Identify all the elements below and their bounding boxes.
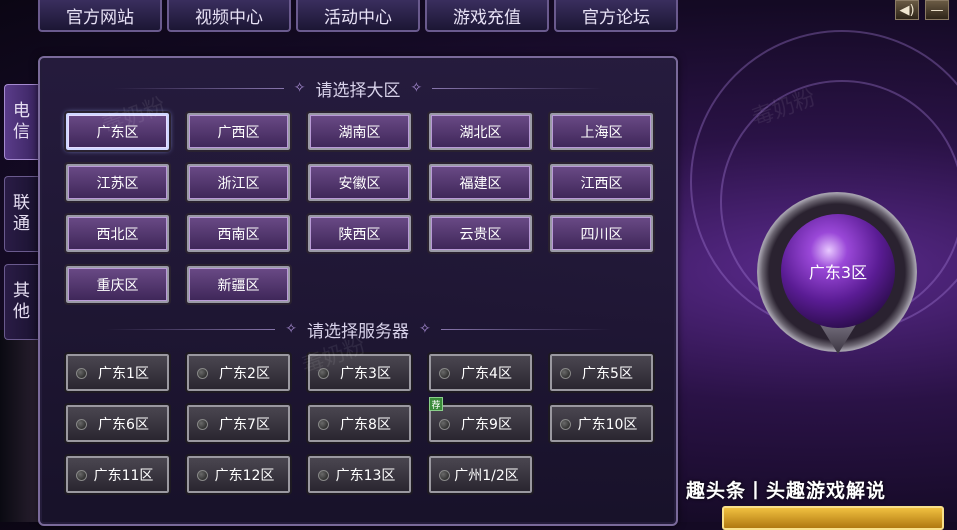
window-controls: ◀) — [895, 0, 949, 20]
status-dot-icon [560, 419, 571, 430]
region-button[interactable]: 新疆区 [185, 264, 292, 305]
server-select-panel: ✧ 请选择大区 ✧ 广东区 广西区 湖南区 湖北区 上海区 江苏区 浙江区 安徽区 福建区 江西区… [38, 56, 678, 526]
status-dot-icon [560, 368, 571, 379]
nav-forum[interactable]: 官方论坛 [554, 0, 678, 32]
current-server-orb[interactable]: 广东3区 [781, 214, 895, 328]
server-label: 广州1/2区 [454, 467, 519, 484]
speaker-icon[interactable]: ◀) [895, 0, 919, 20]
region-button[interactable]: 江西区 [548, 162, 655, 203]
server-label: 广东7区 [219, 416, 270, 433]
top-nav: 官方网站 视频中心 活动中心 游戏充值 官方论坛 [38, 0, 678, 34]
region-button[interactable]: 重庆区 [64, 264, 171, 305]
status-dot-icon [76, 419, 87, 430]
server-label: 广东6区 [98, 416, 149, 433]
server-button[interactable]: 广东12区 [185, 454, 292, 495]
region-button[interactable]: 四川区 [548, 213, 655, 254]
region-button[interactable]: 陕西区 [306, 213, 413, 254]
nav-video-center[interactable]: 视频中心 [167, 0, 291, 32]
tab-unicom[interactable]: 联 通 [4, 176, 38, 252]
region-title: 请选择大区 [315, 80, 401, 101]
status-dot-icon [197, 368, 208, 379]
status-dot-icon [76, 368, 87, 379]
region-button[interactable]: 西北区 [64, 213, 171, 254]
region-button[interactable]: 江苏区 [64, 162, 171, 203]
minimize-icon[interactable]: — [925, 0, 949, 20]
server-button[interactable]: 广东10区 [548, 403, 655, 444]
region-button[interactable]: 湖南区 [306, 111, 413, 152]
server-button[interactable]: 广东2区 [185, 352, 292, 393]
region-button[interactable]: 云贵区 [427, 213, 534, 254]
video-caption: 趣头条丨头趣游戏解说 [686, 480, 887, 502]
region-button[interactable]: 西南区 [185, 213, 292, 254]
region-button[interactable]: 湖北区 [427, 111, 534, 152]
server-button[interactable]: 广东1区 [64, 352, 171, 393]
start-game-button[interactable] [722, 506, 944, 530]
server-label: 广东4区 [461, 365, 512, 382]
server-label: 广东9区 [461, 416, 512, 433]
ornament-icon: ✧ [293, 80, 306, 96]
server-label: 广东10区 [577, 416, 638, 433]
server-button[interactable]: 广东8区 [306, 403, 413, 444]
region-button[interactable]: 安徽区 [306, 162, 413, 203]
region-button[interactable]: 广西区 [185, 111, 292, 152]
region-button[interactable]: 上海区 [548, 111, 655, 152]
recommended-badge: 荐 [429, 397, 443, 411]
status-dot-icon [197, 419, 208, 430]
nav-event-center[interactable]: 活动中心 [296, 0, 420, 32]
server-label: 广东1区 [98, 365, 149, 382]
server-button[interactable]: 广东7区 [185, 403, 292, 444]
status-dot-icon [318, 470, 329, 481]
server-button[interactable]: 广州1/2区 [427, 454, 534, 495]
status-dot-icon [318, 419, 329, 430]
server-button[interactable]: 广东6区 [64, 403, 171, 444]
server-label: 广东5区 [582, 365, 633, 382]
status-dot-icon [439, 419, 450, 430]
status-dot-icon [439, 368, 450, 379]
server-button[interactable]: 广东11区 [64, 454, 171, 495]
ornament-icon: ✧ [285, 321, 297, 337]
server-label: 广东2区 [219, 365, 270, 382]
server-label: 广东13区 [335, 467, 396, 484]
nav-official-site[interactable]: 官方网站 [38, 0, 162, 32]
region-button[interactable]: 浙江区 [185, 162, 292, 203]
status-dot-icon [439, 470, 450, 481]
nav-recharge[interactable]: 游戏充值 [425, 0, 549, 32]
server-grid: 广东1区 广东2区 广东3区 广东4区 广东5区 广东6区 广东7区 广东8区 广东9区荐广东1… [64, 352, 655, 495]
status-dot-icon [76, 470, 87, 481]
region-button[interactable]: 福建区 [427, 162, 534, 203]
server-label: 广东8区 [340, 416, 391, 433]
server-button[interactable]: 广东9区 荐 [427, 397, 534, 444]
tab-other[interactable]: 其 他 [4, 264, 38, 340]
server-button[interactable]: 广东13区 [306, 454, 413, 495]
ornament-icon: ✧ [419, 321, 431, 337]
server-button[interactable]: 广东4区 [427, 352, 534, 393]
status-dot-icon [197, 470, 208, 481]
server-button[interactable]: 广东5区 [548, 352, 655, 393]
character-figure [0, 330, 40, 522]
server-label: 广东12区 [214, 467, 275, 484]
server-label: 广东11区 [93, 467, 154, 484]
tab-telecom[interactable]: 电 信 [4, 84, 38, 160]
region-grid: 广东区 广西区 湖南区 湖北区 上海区 江苏区 浙江区 安徽区 福建区 江西区 西北区 西南区 陕西区云… [64, 111, 655, 305]
ornament-icon: ✧ [410, 80, 423, 96]
